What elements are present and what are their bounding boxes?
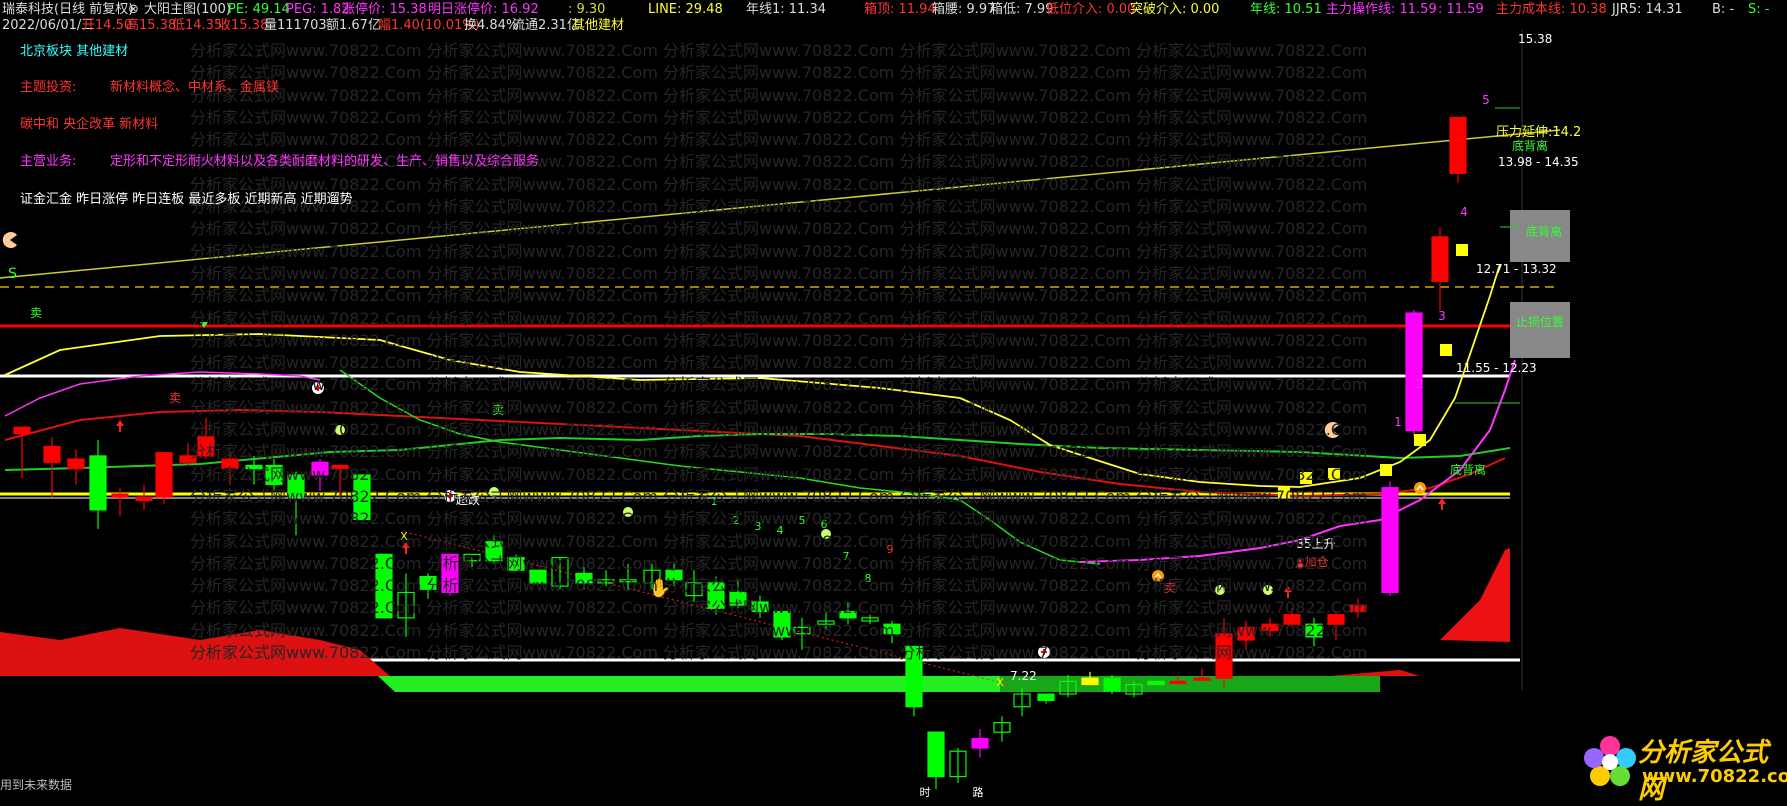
min-price-label: 7.22 — [1010, 669, 1037, 683]
candle — [1103, 675, 1121, 695]
board-info: 北京板块 其他建材 — [20, 44, 129, 59]
footer-note: 用到未来数据 — [0, 778, 73, 792]
watermark-row: 分析家公式网www.70822.Com 分析家公式网www.70822.Com … — [190, 531, 1368, 551]
quote-open: 开14.50 — [82, 18, 133, 33]
quote-high: 高15.38 — [126, 18, 177, 33]
candle — [111, 487, 129, 517]
logo-url: www.70822.com — [1642, 766, 1787, 787]
candle-body — [155, 452, 173, 498]
watermark-row: 分析家公式网www.70822.Com 分析家公式网www.70822.Com … — [190, 219, 1368, 239]
candle-body — [1193, 677, 1211, 681]
candle — [993, 716, 1011, 742]
candle — [1193, 668, 1211, 682]
bottom-label: 路 — [973, 786, 984, 798]
watermark-row: 分析家公式网www.70822.Com 分析家公式网www.70822.Com … — [190, 420, 1368, 440]
candle-body — [971, 737, 989, 749]
watermark-row: 分析家公式网www.70822.Com 分析家公式网www.70822.Com … — [190, 576, 1368, 596]
candle — [135, 484, 153, 510]
quote-bar: 2022/06/01/三 开14.50 高15.38 低14.35 收15.38… — [0, 16, 1787, 36]
signal-tags: 证金汇金 昨日涨停 昨日连板 最近多板 近期新高 近期遛势 — [20, 192, 353, 207]
watermark-row: 分析家公式网www.70822.Com 分析家公式网www.70822.Com … — [190, 308, 1368, 328]
candle-body — [135, 496, 153, 501]
red-area — [1330, 670, 1420, 676]
candle — [1037, 693, 1055, 704]
watermark-row: 分析家公式网www.70822.Com 分析家公式网www.70822.Com … — [190, 442, 1368, 462]
quote-date: 2022/06/01/三 — [2, 18, 95, 33]
quote-sector: 其他建材 — [572, 18, 625, 33]
watermark-row: 分析家公式网www.70822.Com 分析家公式网www.70822.Com … — [190, 620, 1368, 640]
watermark-row: 分析家公式网www.70822.Com 分析家公式网www.70822.Com … — [190, 598, 1368, 618]
flower-logo-icon — [1584, 736, 1636, 786]
watermark-row: 分析家公式网www.70822.Com 分析家公式网www.70822.Com … — [190, 41, 1368, 60]
watermark-row: 分析家公式网www.70822.Com 分析家公式网www.70822.Com … — [190, 130, 1368, 150]
site-logo: 分析家公式网 www.70822.com — [1582, 730, 1787, 805]
watermark-row: 分析家公式网www.70822.Com 分析家公式网www.70822.Com … — [190, 643, 1368, 663]
candle-body — [43, 445, 61, 463]
theme-label: 主题投资: — [20, 80, 77, 95]
quote-low: 低14.35 — [172, 18, 223, 33]
candle-body — [89, 455, 107, 511]
candle-body — [1037, 693, 1055, 701]
candle — [927, 731, 945, 790]
watermark-row: 分析家公式网www.70822.Com 分析家公式网www.70822.Com … — [190, 241, 1368, 261]
watermark-row: 分析家公式网www.70822.Com 分析家公式网www.70822.Com … — [190, 286, 1368, 306]
candle — [67, 449, 85, 485]
watermark-row: 分析家公式网www.70822.Com 分析家公式网www.70822.Com … — [190, 263, 1368, 283]
green-bar-strip — [1000, 676, 1380, 692]
sell-signal-label: 卖 — [30, 306, 42, 320]
s-signal-label: S — [8, 266, 17, 282]
quote-turnover: 换4.84% — [464, 18, 519, 33]
watermark-row: 分析家公式网www.70822.Com 分析家公式网www.70822.Com … — [190, 197, 1368, 217]
bottom-label: 时 — [920, 786, 931, 798]
candle-body — [1147, 680, 1165, 686]
watermark-row: 分析家公式网www.70822.Com 分析家公式网www.70822.Com … — [190, 464, 1368, 484]
candle — [1147, 680, 1165, 686]
candle — [89, 440, 107, 529]
chart-window: 卖卖卖卖超跌 35上升 ▲加仓 7.22 S X X 时路 1 2 3 4 5 6 7 8 9 15.38 压力延伸… — [0, 0, 1787, 805]
candle — [949, 748, 967, 783]
watermark-row: 分析家公式网www.70822.Com 分析家公式网www.70822.Com … — [190, 509, 1368, 529]
quote-close: 收15.38 — [218, 18, 269, 33]
candle-body — [1103, 677, 1121, 692]
candle — [1081, 671, 1099, 686]
watermark-row: 分析家公式网www.70822.Com 分析家公式网www.70822.Com … — [190, 375, 1368, 395]
theme-value: 新材料概念、中材系、金属镁 — [110, 80, 280, 95]
candle-body — [111, 493, 129, 498]
watermark-row: 分析家公式网www.70822.Com 分析家公式网www.70822.Com … — [190, 174, 1368, 194]
business-label: 主营业务: — [20, 154, 77, 169]
business-value: 定形和不定形耐火材料以及各类耐磨材料的研发、生产、销售以及综合服务 — [110, 154, 540, 169]
candle — [43, 436, 61, 498]
watermark-row: 分析家公式网www.70822.Com 分析家公式网www.70822.Com … — [190, 353, 1368, 373]
candle — [971, 728, 989, 758]
candle-body — [67, 458, 85, 470]
x-signal-label: X — [996, 676, 1004, 689]
candle-body — [13, 426, 31, 435]
quote-volume: 量111703 — [264, 18, 327, 33]
quote-float: 流通2.31亿 — [512, 18, 580, 33]
watermark-row: 分析家公式网www.70822.Com 分析家公式网www.70822.Com … — [190, 553, 1368, 573]
watermark-row: 分析家公式网www.70822.Com 分析家公式网www.70822.Com … — [190, 486, 1368, 506]
candle-body — [1081, 677, 1099, 686]
quote-amount: 额1.67亿 — [326, 18, 381, 33]
concept-tags: 碳中和 央企改革 新材料 — [20, 117, 159, 132]
pacman-icon — [2, 232, 18, 248]
candle-body — [1169, 680, 1187, 684]
watermark-row: 分析家公式网www.70822.Com 分析家公式网www.70822.Com … — [190, 63, 1368, 83]
candle-body — [927, 731, 945, 778]
watermark-row: 分析家公式网www.70822.Com 分析家公式网www.70822.Com … — [190, 107, 1368, 127]
watermark-row: 分析家公式网www.70822.Com 分析家公式网www.70822.Com … — [190, 330, 1368, 350]
watermark: 分析家公式网www.70822.Com 分析家公式网www.70822.Com … — [190, 40, 1690, 664]
sell-signal-label: 卖 — [169, 391, 181, 405]
candle — [155, 452, 173, 504]
watermark-row: 分析家公式网www.70822.Com 分析家公式网www.70822.Com … — [190, 397, 1368, 417]
watermark-row: 分析家公式网www.70822.Com 分析家公式网www.70822.Com … — [190, 85, 1368, 105]
